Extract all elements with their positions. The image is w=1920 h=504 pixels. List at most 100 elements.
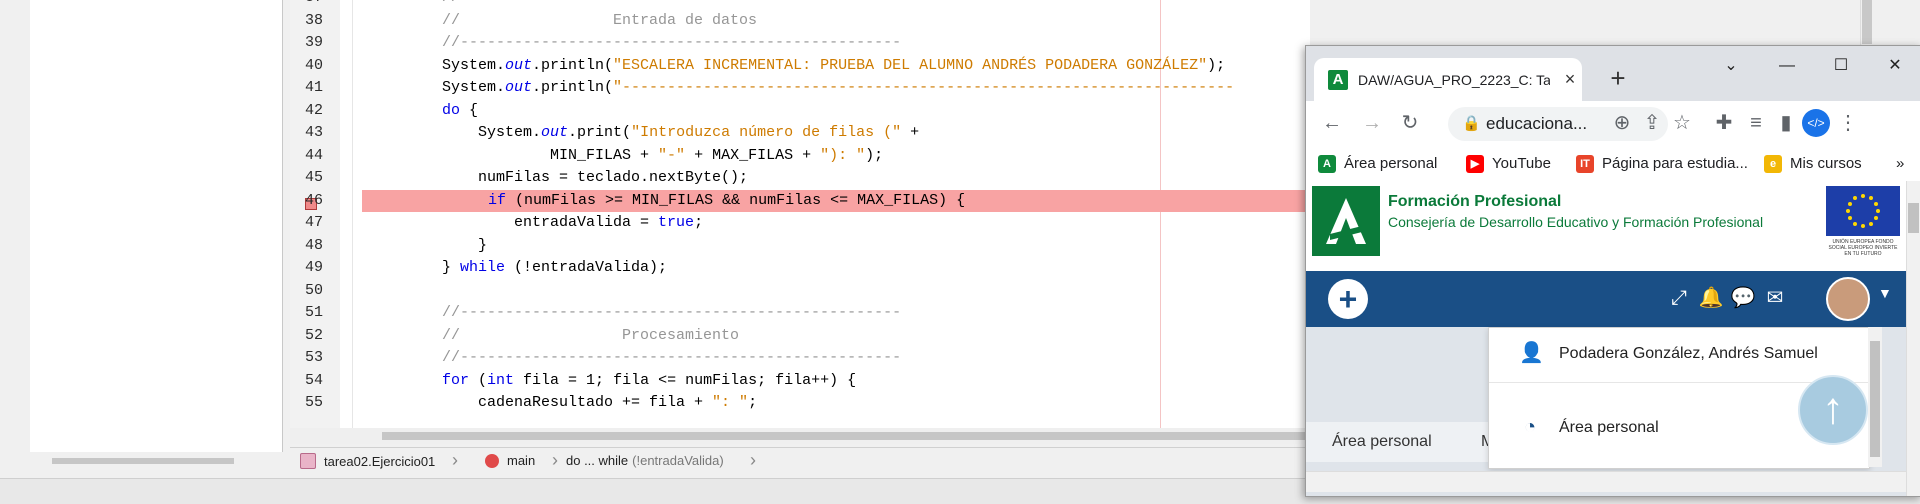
- breadcrumb-condition-label: (!entradaValida): [632, 453, 724, 468]
- breadcrumb-method[interactable]: main: [485, 453, 535, 468]
- method-icon: [485, 453, 499, 468]
- breadcrumb-statement[interactable]: do ... while (!entradaValida): [566, 453, 724, 468]
- reload-icon[interactable]: ↻: [1396, 109, 1424, 137]
- code-line[interactable]: }: [442, 235, 487, 257]
- zoom-icon[interactable]: ⊕: [1608, 109, 1636, 137]
- close-window-button[interactable]: ✕: [1872, 52, 1918, 80]
- chevron-right-icon: ›: [452, 450, 458, 470]
- code-line[interactable]: numFilas = teclado.nextByte();: [442, 167, 748, 189]
- dropdown-scrollbar[interactable]: [1870, 341, 1880, 457]
- bookmarks-bar: A Área personal ▶ YouTube IT Página para…: [1306, 147, 1920, 182]
- line-number: 54: [304, 371, 323, 389]
- side-panel-icon[interactable]: ▮: [1772, 109, 1800, 137]
- code-line[interactable]: cadenaResultado += fila + ": ";: [442, 392, 757, 414]
- chrome-menu-icon[interactable]: ⋮: [1834, 109, 1862, 137]
- ide-vertical-scrollbar[interactable]: [1862, 0, 1872, 44]
- moodle-icon: e: [1764, 155, 1782, 173]
- reading-list-icon[interactable]: ≡: [1742, 109, 1770, 137]
- code-line[interactable]: } while (!entradaValida);: [442, 257, 667, 279]
- page-vertical-scrollbar[interactable]: [1908, 203, 1919, 233]
- tab-search-icon[interactable]: ⌄: [1708, 52, 1754, 80]
- browser-toolbar: ← → ↻ 🔒 educaciona... ⊕ ⇪ ☆ ✚ ≡ ▮ </> ⋮: [1306, 101, 1920, 147]
- bookmark-mis-cursos[interactable]: e Mis cursos: [1764, 154, 1862, 174]
- class-icon: [300, 453, 316, 469]
- share-icon[interactable]: ⇪: [1638, 109, 1666, 137]
- tab-title: DAW/AGUA_PRO_2223_C: Tarea: [1358, 72, 1550, 88]
- close-tab-icon[interactable]: ×: [1560, 68, 1580, 90]
- line-number: 52: [304, 326, 323, 344]
- editor-breadcrumb: tarea02.Ejercicio01 › main › do ... whil…: [290, 447, 1310, 474]
- messages-icon[interactable]: 💬: [1730, 285, 1756, 311]
- dev-extension-icon[interactable]: </>: [1802, 109, 1830, 137]
- site-icon: IT: [1576, 155, 1594, 173]
- line-number: 47: [304, 214, 323, 231]
- code-line[interactable]: for (int fila = 1; fila <= numFilas; fil…: [442, 370, 856, 392]
- extensions-icon[interactable]: ✚: [1710, 109, 1738, 137]
- bookmark-pagina-estudiar[interactable]: IT Página para estudia...: [1576, 154, 1748, 174]
- mail-icon[interactable]: ✉: [1762, 285, 1788, 311]
- line-number: 37: [290, 0, 323, 9]
- code-line[interactable]: System.out.println("ESCALERA INCREMENTAL…: [442, 55, 1225, 77]
- site-title: Formación Profesional: [1388, 193, 1562, 210]
- code-line[interactable]: //--------------------------------------…: [442, 0, 901, 9]
- line-number: 53: [304, 349, 323, 366]
- code-line[interactable]: do {: [442, 100, 478, 122]
- editor-horizontal-scrollbar[interactable]: [382, 432, 1312, 440]
- avatar[interactable]: [1826, 277, 1870, 321]
- notifications-bell-icon[interactable]: 🔔: [1698, 285, 1724, 311]
- forward-icon[interactable]: →: [1358, 109, 1386, 137]
- junta-andalucia-logo-icon[interactable]: [1312, 186, 1380, 256]
- code-line[interactable]: //--------------------------------------…: [442, 347, 901, 369]
- youtube-icon: ▶: [1466, 155, 1484, 173]
- line-number: 38: [304, 11, 323, 29]
- line-number: 48: [304, 236, 323, 254]
- bookmark-star-icon[interactable]: ☆: [1668, 109, 1696, 137]
- bookmark-label: YouTube: [1492, 155, 1551, 172]
- navigator-horizontal-scrollbar[interactable]: [52, 458, 234, 464]
- eu-caption: UNIÓN EUROPEA FONDO SOCIAL EUROPEO INVIE…: [1828, 239, 1898, 257]
- page-horizontal-scrollbar[interactable]: [1306, 471, 1906, 492]
- minimize-button[interactable]: —: [1764, 52, 1810, 80]
- line-number: 39: [304, 34, 323, 51]
- line-number: 49: [304, 259, 323, 276]
- bookmarks-overflow-icon[interactable]: »: [1896, 154, 1904, 174]
- chevron-down-icon[interactable]: ▼: [1878, 285, 1892, 301]
- bookmark-label: Mis cursos: [1790, 155, 1862, 172]
- site-subtitle: Consejería de Desarrollo Educativo y For…: [1388, 214, 1764, 230]
- navigator-content: [30, 0, 283, 452]
- browser-tab[interactable]: A DAW/AGUA_PRO_2223_C: Tarea ×: [1314, 58, 1582, 101]
- code-line[interactable]: entradaValida = true;: [442, 212, 703, 234]
- code-line[interactable]: // Entrada de datos: [442, 10, 757, 32]
- line-number: 42: [304, 101, 323, 119]
- lock-icon: 🔒: [1462, 115, 1481, 132]
- bookmark-youtube[interactable]: ▶ YouTube: [1466, 154, 1551, 174]
- tab-strip: A DAW/AGUA_PRO_2223_C: Tarea × + ⌄ — ☐ ✕: [1306, 46, 1920, 101]
- code-line[interactable]: //--------------------------------------…: [442, 32, 901, 54]
- expand-icon[interactable]: ⤢: [1666, 285, 1692, 311]
- new-tab-button[interactable]: +: [1604, 64, 1632, 92]
- user-menu-profile[interactable]: 👤 Podadera González, Andrés Samuel: [1489, 328, 1869, 383]
- bookmark-label: Área personal: [1344, 155, 1438, 172]
- add-button[interactable]: +: [1328, 279, 1368, 319]
- page-breadcrumb: Área personal M: [1306, 422, 1494, 462]
- browser-window: A DAW/AGUA_PRO_2223_C: Tarea × + ⌄ — ☐ ✕…: [1305, 45, 1920, 497]
- line-number: 46: [304, 191, 323, 209]
- site-favicon-icon: A: [1328, 70, 1348, 90]
- scroll-to-top-button[interactable]: ↑: [1798, 375, 1868, 445]
- breadcrumb-class[interactable]: tarea02.Ejercicio01: [300, 453, 435, 469]
- code-editor[interactable]: 37 //------------------------------------…: [290, 0, 1310, 440]
- code-line[interactable]: if (numFilas >= MIN_FILAS && numFilas <=…: [362, 189, 1310, 212]
- maximize-button[interactable]: ☐: [1818, 52, 1864, 80]
- url-text: educaciona...: [1486, 114, 1588, 133]
- back-icon[interactable]: ←: [1318, 109, 1346, 137]
- bookmark-area-personal[interactable]: A Área personal: [1318, 154, 1437, 174]
- code-line[interactable]: MIN_FILAS + "-" + MAX_FILAS + "): ");: [442, 145, 883, 167]
- code-line[interactable]: // Procesamiento: [442, 325, 739, 347]
- code-line[interactable]: System.out.print("Introduzca número de f…: [442, 122, 919, 144]
- user-icon: 👤: [1519, 342, 1544, 364]
- breadcrumb-area-personal[interactable]: Área personal: [1332, 432, 1432, 452]
- code-line[interactable]: //--------------------------------------…: [442, 302, 901, 324]
- line-number: 43: [304, 124, 323, 141]
- line-number: 44: [304, 146, 323, 164]
- code-line[interactable]: System.out.println("--------------------…: [442, 77, 1234, 99]
